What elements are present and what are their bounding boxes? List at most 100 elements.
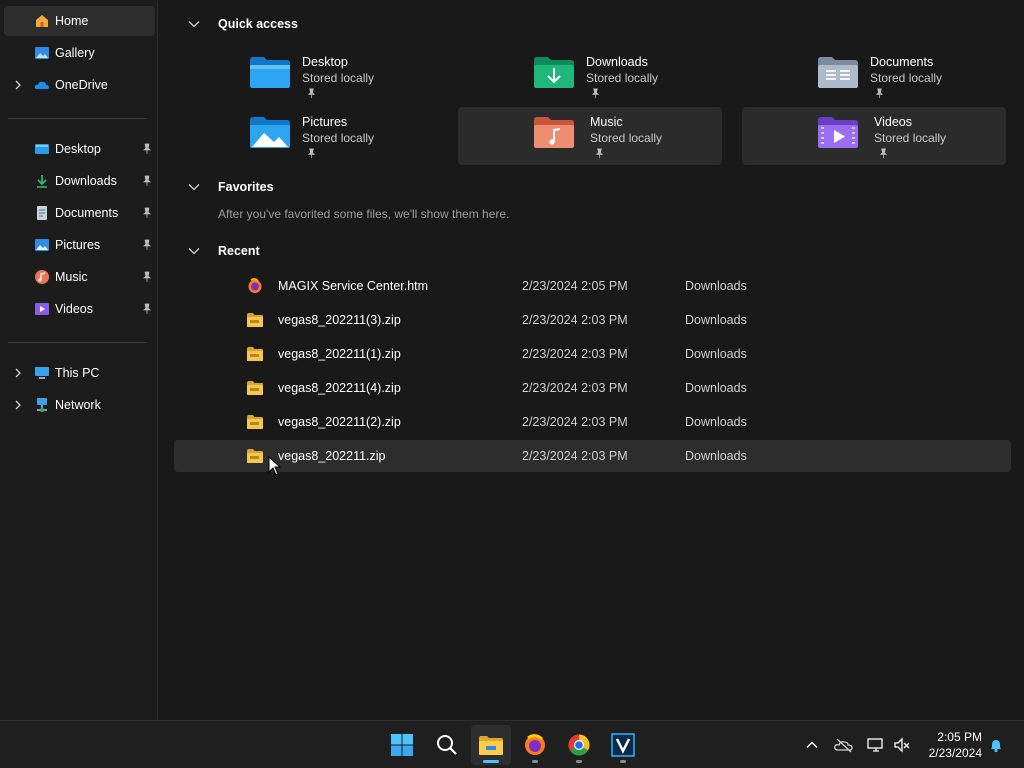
sidebar-item-label: Desktop: [55, 142, 101, 156]
file-date: 2/23/2024 2:03 PM: [522, 415, 628, 429]
system-clock[interactable]: 2:05 PM 2/23/2024: [929, 729, 982, 761]
recent-row[interactable]: vegas8_202211(1).zip 2/23/2024 2:03 PM D…: [174, 338, 1011, 370]
bell-icon: [991, 740, 1001, 753]
pin-icon: [307, 148, 316, 159]
zip-folder-icon: [247, 381, 263, 395]
sidebar-item-home[interactable]: Home: [4, 6, 155, 36]
sidebar-item-desktop[interactable]: Desktop: [4, 134, 155, 164]
cloud-offline-icon: [834, 738, 853, 753]
home-icon: [36, 15, 48, 27]
quick-access-tile-downloads[interactable]: Downloads Stored locally: [522, 47, 786, 105]
taskbar-vegas[interactable]: [603, 725, 643, 765]
start-icon: [391, 734, 413, 756]
sidebar-item-downloads[interactable]: Downloads: [4, 166, 155, 196]
file-name: vegas8_202211.zip: [278, 449, 386, 463]
chevron-right-icon[interactable]: [12, 79, 24, 91]
sidebar-item-label: Documents: [55, 206, 119, 220]
tile-status: Stored locally: [586, 71, 659, 85]
file-location: Downloads: [685, 381, 747, 395]
file-date: 2/23/2024 2:03 PM: [522, 449, 628, 463]
desktop-folder-icon: [35, 144, 49, 154]
chrome-icon: [568, 734, 590, 756]
sidebar-item-label: Downloads: [55, 174, 117, 188]
music-icon: [35, 270, 49, 284]
notifications-button[interactable]: [986, 735, 1006, 755]
chevron-right-icon[interactable]: [12, 399, 24, 411]
sidebar-item-label: Network: [55, 398, 101, 412]
recent-row[interactable]: vegas8_202211(2).zip 2/23/2024 2:03 PM D…: [174, 406, 1011, 438]
tile-name: Downloads: [586, 55, 648, 69]
recent-row[interactable]: vegas8_202211(4).zip 2/23/2024 2:03 PM D…: [174, 372, 1011, 404]
firefox-icon: [525, 734, 545, 755]
pin-icon: [143, 175, 151, 186]
sidebar-item-pictures[interactable]: Pictures: [4, 230, 155, 260]
gallery-icon: [35, 47, 49, 59]
running-indicator: [620, 760, 626, 763]
taskbar-firefox[interactable]: [515, 725, 555, 765]
sidebar-item-gallery[interactable]: Gallery: [4, 38, 155, 68]
taskbar-file-explorer[interactable]: [471, 725, 511, 765]
pictures-icon: [35, 239, 49, 251]
sidebar-item-documents[interactable]: Documents: [4, 198, 155, 228]
quick-access-header[interactable]: Quick access: [187, 14, 298, 34]
quick-access-tile-videos[interactable]: Videos Stored locally: [742, 107, 1006, 165]
chevron-up-icon: [806, 741, 818, 748]
favorites-header[interactable]: Favorites: [187, 177, 274, 197]
tile-name: Desktop: [302, 55, 348, 69]
documents-icon: [37, 206, 47, 220]
sidebar-item-onedrive[interactable]: OneDrive: [4, 70, 155, 100]
sidebar-divider: [8, 118, 147, 119]
recent-header[interactable]: Recent: [187, 241, 260, 261]
sidebar-divider: [8, 342, 147, 343]
pin-icon: [595, 148, 604, 159]
start-button[interactable]: [382, 725, 422, 765]
sidebar-item-label: Home: [55, 14, 89, 28]
show-hidden-icons-button[interactable]: [802, 735, 822, 755]
pictures-folder-icon: [250, 117, 290, 148]
sidebar-item-label: This PC: [55, 366, 100, 380]
quick-access-tile-music[interactable]: Music Stored locally: [458, 107, 722, 165]
recent-row[interactable]: vegas8_202211.zip 2/23/2024 2:03 PM Down…: [174, 440, 1011, 472]
search-icon: [437, 735, 457, 755]
sidebar-item-label: Music: [55, 270, 88, 284]
quick-access-tile-documents[interactable]: Documents Stored locally: [806, 47, 1024, 105]
network-icon: [37, 398, 47, 412]
zip-folder-icon: [247, 449, 263, 463]
chevron-down-icon[interactable]: [187, 180, 201, 194]
zip-folder-icon: [247, 347, 263, 361]
taskbar: 2:05 PM 2/23/2024: [0, 720, 1024, 768]
quick-access-tile-desktop[interactable]: Desktop Stored locally: [238, 47, 502, 105]
volume-tray-button[interactable]: [892, 735, 912, 755]
file-location: Downloads: [685, 313, 747, 327]
search-button[interactable]: [427, 725, 467, 765]
pin-icon: [143, 239, 151, 250]
recent-row[interactable]: MAGIX Service Center.htm 2/23/2024 2:05 …: [174, 270, 1011, 302]
network-status-icon: [867, 738, 883, 752]
sidebar-item-network[interactable]: Network: [4, 390, 155, 420]
taskbar-chrome[interactable]: [559, 725, 599, 765]
chevron-down-icon[interactable]: [187, 17, 201, 31]
network-tray-button[interactable]: [866, 735, 886, 755]
pin-icon: [875, 88, 884, 99]
file-location: Downloads: [685, 415, 747, 429]
content-pane: Quick access Desktop Stored locally Down…: [159, 0, 1024, 720]
chevron-down-icon[interactable]: [187, 244, 201, 258]
file-name: vegas8_202211(3).zip: [278, 313, 401, 327]
onedrive-tray-button[interactable]: [834, 735, 854, 755]
zip-folder-icon: [247, 313, 263, 327]
sidebar-item-music[interactable]: Music: [4, 262, 155, 292]
sidebar-item-videos[interactable]: Videos: [4, 294, 155, 324]
sidebar-item-label: Pictures: [55, 238, 101, 252]
pin-icon: [591, 88, 600, 99]
sidebar-item-label: Videos: [55, 302, 93, 316]
sidebar-item-this-pc[interactable]: This PC: [4, 358, 155, 388]
tile-name: Pictures: [302, 115, 348, 129]
pin-icon: [143, 207, 151, 218]
videos-icon: [35, 303, 49, 315]
chevron-right-icon[interactable]: [12, 367, 24, 379]
recent-row[interactable]: vegas8_202211(3).zip 2/23/2024 2:03 PM D…: [174, 304, 1011, 336]
file-date: 2/23/2024 2:03 PM: [522, 347, 628, 361]
downloads-folder-icon: [534, 57, 574, 88]
tile-name: Documents: [870, 55, 934, 69]
clock-time: 2:05 PM: [937, 730, 982, 744]
